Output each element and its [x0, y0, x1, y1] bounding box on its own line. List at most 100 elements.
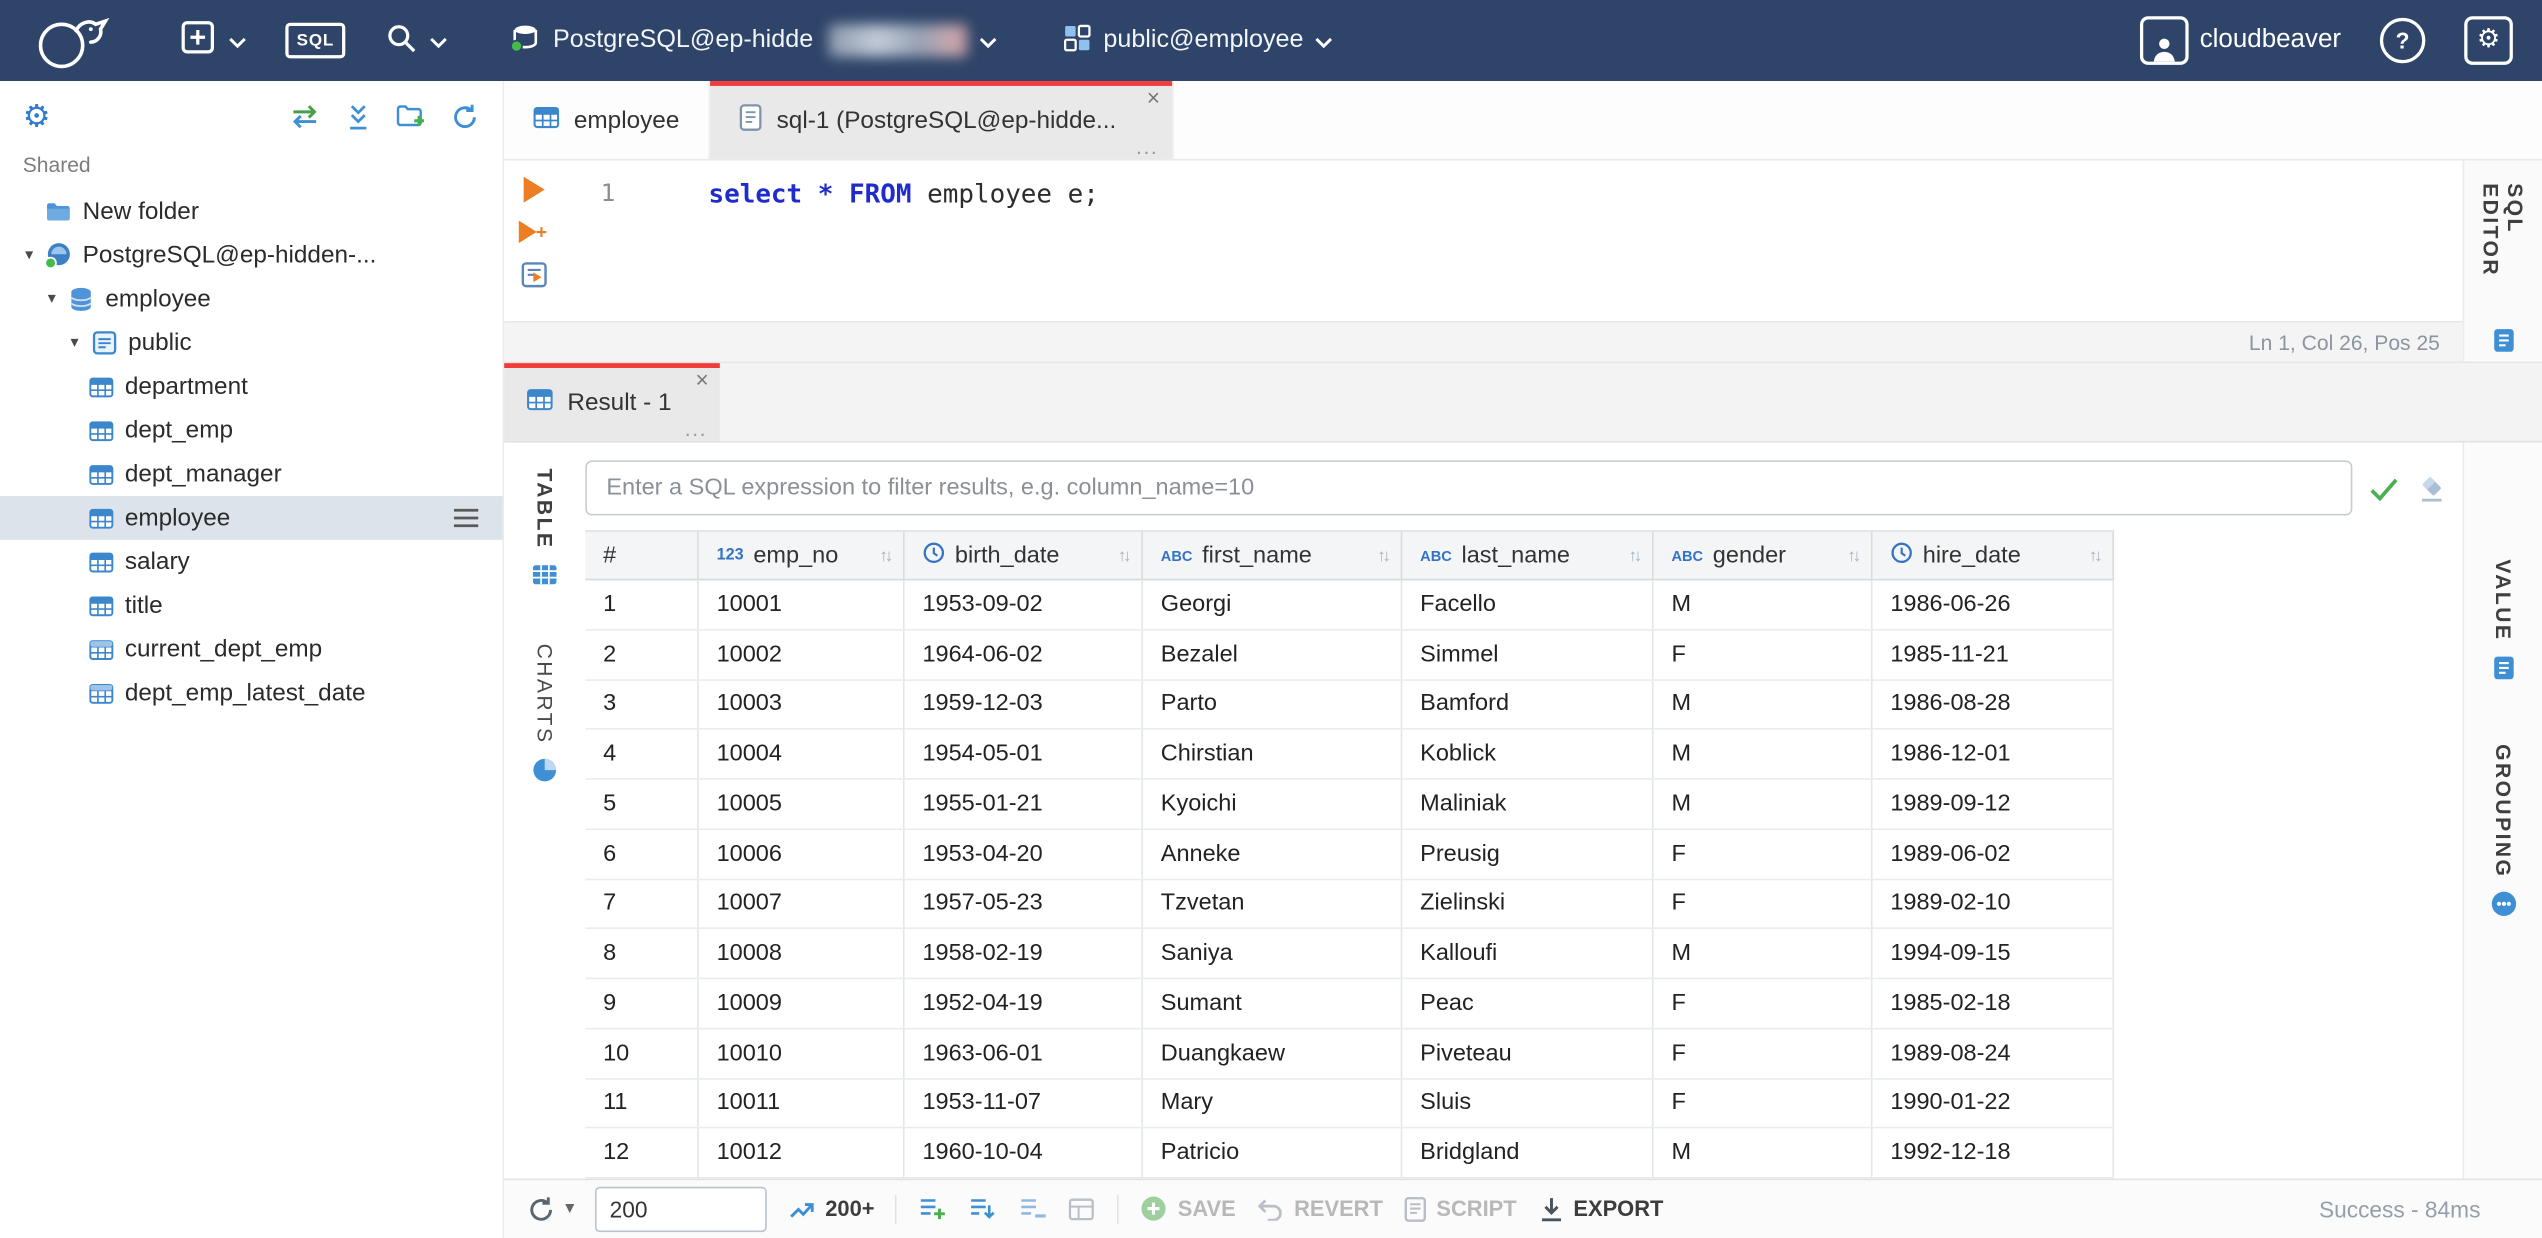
tab-charts-view[interactable]: CHARTS: [532, 643, 558, 791]
cell-first-name[interactable]: Chirstian: [1143, 729, 1403, 779]
expanded-chevron-icon[interactable]: ▾: [39, 290, 65, 308]
cell-last-name[interactable]: Koblick: [1402, 729, 1654, 779]
cell-birth-date[interactable]: 1964-06-02: [905, 630, 1143, 679]
cell-hire-date[interactable]: 1985-11-21: [1872, 630, 2115, 679]
cell-hire-date[interactable]: 1989-09-12: [1872, 779, 2115, 829]
expanded-chevron-icon[interactable]: ▾: [16, 246, 42, 264]
cell-emp-no[interactable]: 10004: [699, 729, 905, 779]
duplicate-row-button[interactable]: [969, 1195, 998, 1223]
column-header-hire-date[interactable]: hire_date ↑↓: [1872, 531, 2115, 579]
cell-first-name[interactable]: Parto: [1143, 680, 1403, 729]
cell-first-name[interactable]: Tzvetan: [1143, 879, 1403, 928]
new-connection-button[interactable]: [159, 0, 266, 81]
tab-table-view[interactable]: TABLE: [532, 469, 558, 595]
table-row[interactable]: 6 10006 1953-04-20 Anneke Preusig F 1989…: [585, 829, 2115, 880]
sql-editor[interactable]: + 1 select * FROM employee e;: [504, 160, 2463, 321]
cell-emp-no[interactable]: 10012: [699, 1128, 905, 1177]
cell-gender[interactable]: F: [1654, 630, 1873, 679]
sql-code[interactable]: select * FROM employee e;: [653, 160, 2462, 320]
tree-item-table-department[interactable]: department: [0, 365, 503, 409]
cell-first-name[interactable]: Bezalel: [1143, 630, 1403, 679]
cell-gender[interactable]: M: [1654, 580, 1873, 629]
execute-script-button[interactable]: +: [519, 220, 547, 244]
table-row[interactable]: 4 10004 1954-05-01 Chirstian Koblick M 1…: [585, 729, 2115, 780]
tab-result-1[interactable]: Result - 1 × ...: [504, 363, 721, 441]
tab-employee[interactable]: employee: [504, 81, 711, 159]
cell-birth-date[interactable]: 1957-05-23: [905, 879, 1143, 928]
execute-query-button[interactable]: [522, 176, 544, 203]
cell-row-number[interactable]: 8: [585, 929, 699, 978]
cell-row-number[interactable]: 9: [585, 979, 699, 1028]
tab-more-icon[interactable]: ...: [685, 418, 707, 439]
result-grid[interactable]: # 123 emp_no ↑↓ birth_date ↑↓ ABC first_…: [585, 530, 2462, 1179]
sort-icon[interactable]: ↑↓: [1118, 546, 1132, 565]
script-button[interactable]: SCRIPT: [1404, 1196, 1517, 1222]
sort-icon[interactable]: ↑↓: [1628, 546, 1642, 565]
cell-hire-date[interactable]: 1985-02-18: [1872, 979, 2115, 1028]
tab-more-icon[interactable]: ...: [1136, 136, 1158, 157]
table-row[interactable]: 9 10009 1952-04-19 Sumant Peac F 1985-02…: [585, 979, 2115, 1030]
cell-last-name[interactable]: Piveteau: [1402, 1029, 1654, 1078]
sql-editor-side-tab[interactable]: SQL EDITOR: [2479, 183, 2528, 313]
collapse-all-icon[interactable]: [345, 103, 371, 131]
cell-first-name[interactable]: Mary: [1143, 1078, 1403, 1128]
cell-birth-date[interactable]: 1953-11-07: [905, 1078, 1143, 1128]
cell-gender[interactable]: M: [1654, 929, 1873, 978]
cell-gender[interactable]: M: [1654, 729, 1873, 779]
cell-birth-date[interactable]: 1960-10-04: [905, 1128, 1143, 1177]
cell-first-name[interactable]: Anneke: [1143, 829, 1403, 878]
tree-item-view-dept-emp-latest-date[interactable]: dept_emp_latest_date: [0, 671, 503, 715]
cell-emp-no[interactable]: 10010: [699, 1029, 905, 1078]
cell-gender[interactable]: F: [1654, 879, 1873, 928]
cell-last-name[interactable]: Peac: [1402, 979, 1654, 1028]
filter-input[interactable]: [585, 460, 2353, 516]
tree-item-new-folder[interactable]: New folder: [0, 190, 503, 234]
new-folder-icon[interactable]: [396, 104, 427, 130]
cell-emp-no[interactable]: 10008: [699, 929, 905, 978]
cell-birth-date[interactable]: 1953-09-02: [905, 580, 1143, 629]
cell-birth-date[interactable]: 1963-06-01: [905, 1029, 1143, 1078]
cell-emp-no[interactable]: 10011: [699, 1078, 905, 1128]
tree-item-table-employee[interactable]: employee: [0, 496, 503, 540]
cell-last-name[interactable]: Sluis: [1402, 1078, 1654, 1128]
cell-row-number[interactable]: 11: [585, 1078, 699, 1128]
cell-last-name[interactable]: Maliniak: [1402, 779, 1654, 829]
user-menu-button[interactable]: cloudbeaver: [2120, 0, 2360, 81]
tree-item-table-dept-emp[interactable]: dept_emp: [0, 409, 503, 453]
tree-item-connection-postgresql[interactable]: ▾ PostgreSQL@ep-hidden-...: [0, 233, 503, 277]
cell-row-number[interactable]: 2: [585, 630, 699, 679]
cell-emp-no[interactable]: 10001: [699, 580, 905, 629]
table-row[interactable]: 7 10007 1957-05-23 Tzvetan Zielinski F 1…: [585, 879, 2115, 930]
cell-row-number[interactable]: 7: [585, 879, 699, 928]
sort-icon[interactable]: ↑↓: [880, 546, 894, 565]
refresh-result-button[interactable]: ▾: [527, 1194, 574, 1223]
column-header-first-name[interactable]: ABC first_name ↑↓: [1143, 531, 1403, 579]
column-header-row-number[interactable]: #: [585, 531, 699, 579]
cell-last-name[interactable]: Bamford: [1402, 680, 1654, 729]
cell-emp-no[interactable]: 10007: [699, 879, 905, 928]
cell-first-name[interactable]: Sumant: [1143, 979, 1403, 1028]
revert-button[interactable]: REVERT: [1257, 1197, 1383, 1222]
cell-row-number[interactable]: 1: [585, 580, 699, 629]
cell-first-name[interactable]: Duangkaew: [1143, 1029, 1403, 1078]
tab-sql-editor[interactable]: sql-1 (PostgreSQL@ep-hidde... × ...: [710, 81, 1174, 159]
cell-row-number[interactable]: 6: [585, 829, 699, 878]
cell-first-name[interactable]: Kyoichi: [1143, 779, 1403, 829]
expanded-chevron-icon[interactable]: ▾: [62, 334, 88, 352]
sync-connections-icon[interactable]: [289, 104, 321, 130]
tree-item-schema-public[interactable]: ▾ public: [0, 321, 503, 365]
row-menu-icon[interactable]: [452, 507, 480, 535]
cell-hire-date[interactable]: 1994-09-15: [1872, 929, 2115, 978]
clear-filter-icon[interactable]: [2416, 474, 2447, 502]
cell-birth-date[interactable]: 1955-01-21: [905, 779, 1143, 829]
sidebar-settings-icon[interactable]: ⚙: [23, 101, 51, 132]
tab-grouping-panel[interactable]: GROUPING: [2489, 743, 2517, 926]
new-sql-editor-button[interactable]: SQL: [266, 0, 365, 81]
cell-last-name[interactable]: Facello: [1402, 580, 1654, 629]
cell-birth-date[interactable]: 1952-04-19: [905, 979, 1143, 1028]
cell-last-name[interactable]: Simmel: [1402, 630, 1654, 679]
tab-value-panel[interactable]: VALUE: [2491, 559, 2515, 688]
settings-button[interactable]: ⚙: [2445, 0, 2533, 81]
schema-selector[interactable]: public@employee: [1042, 0, 1352, 81]
connection-search-button[interactable]: [365, 0, 467, 81]
